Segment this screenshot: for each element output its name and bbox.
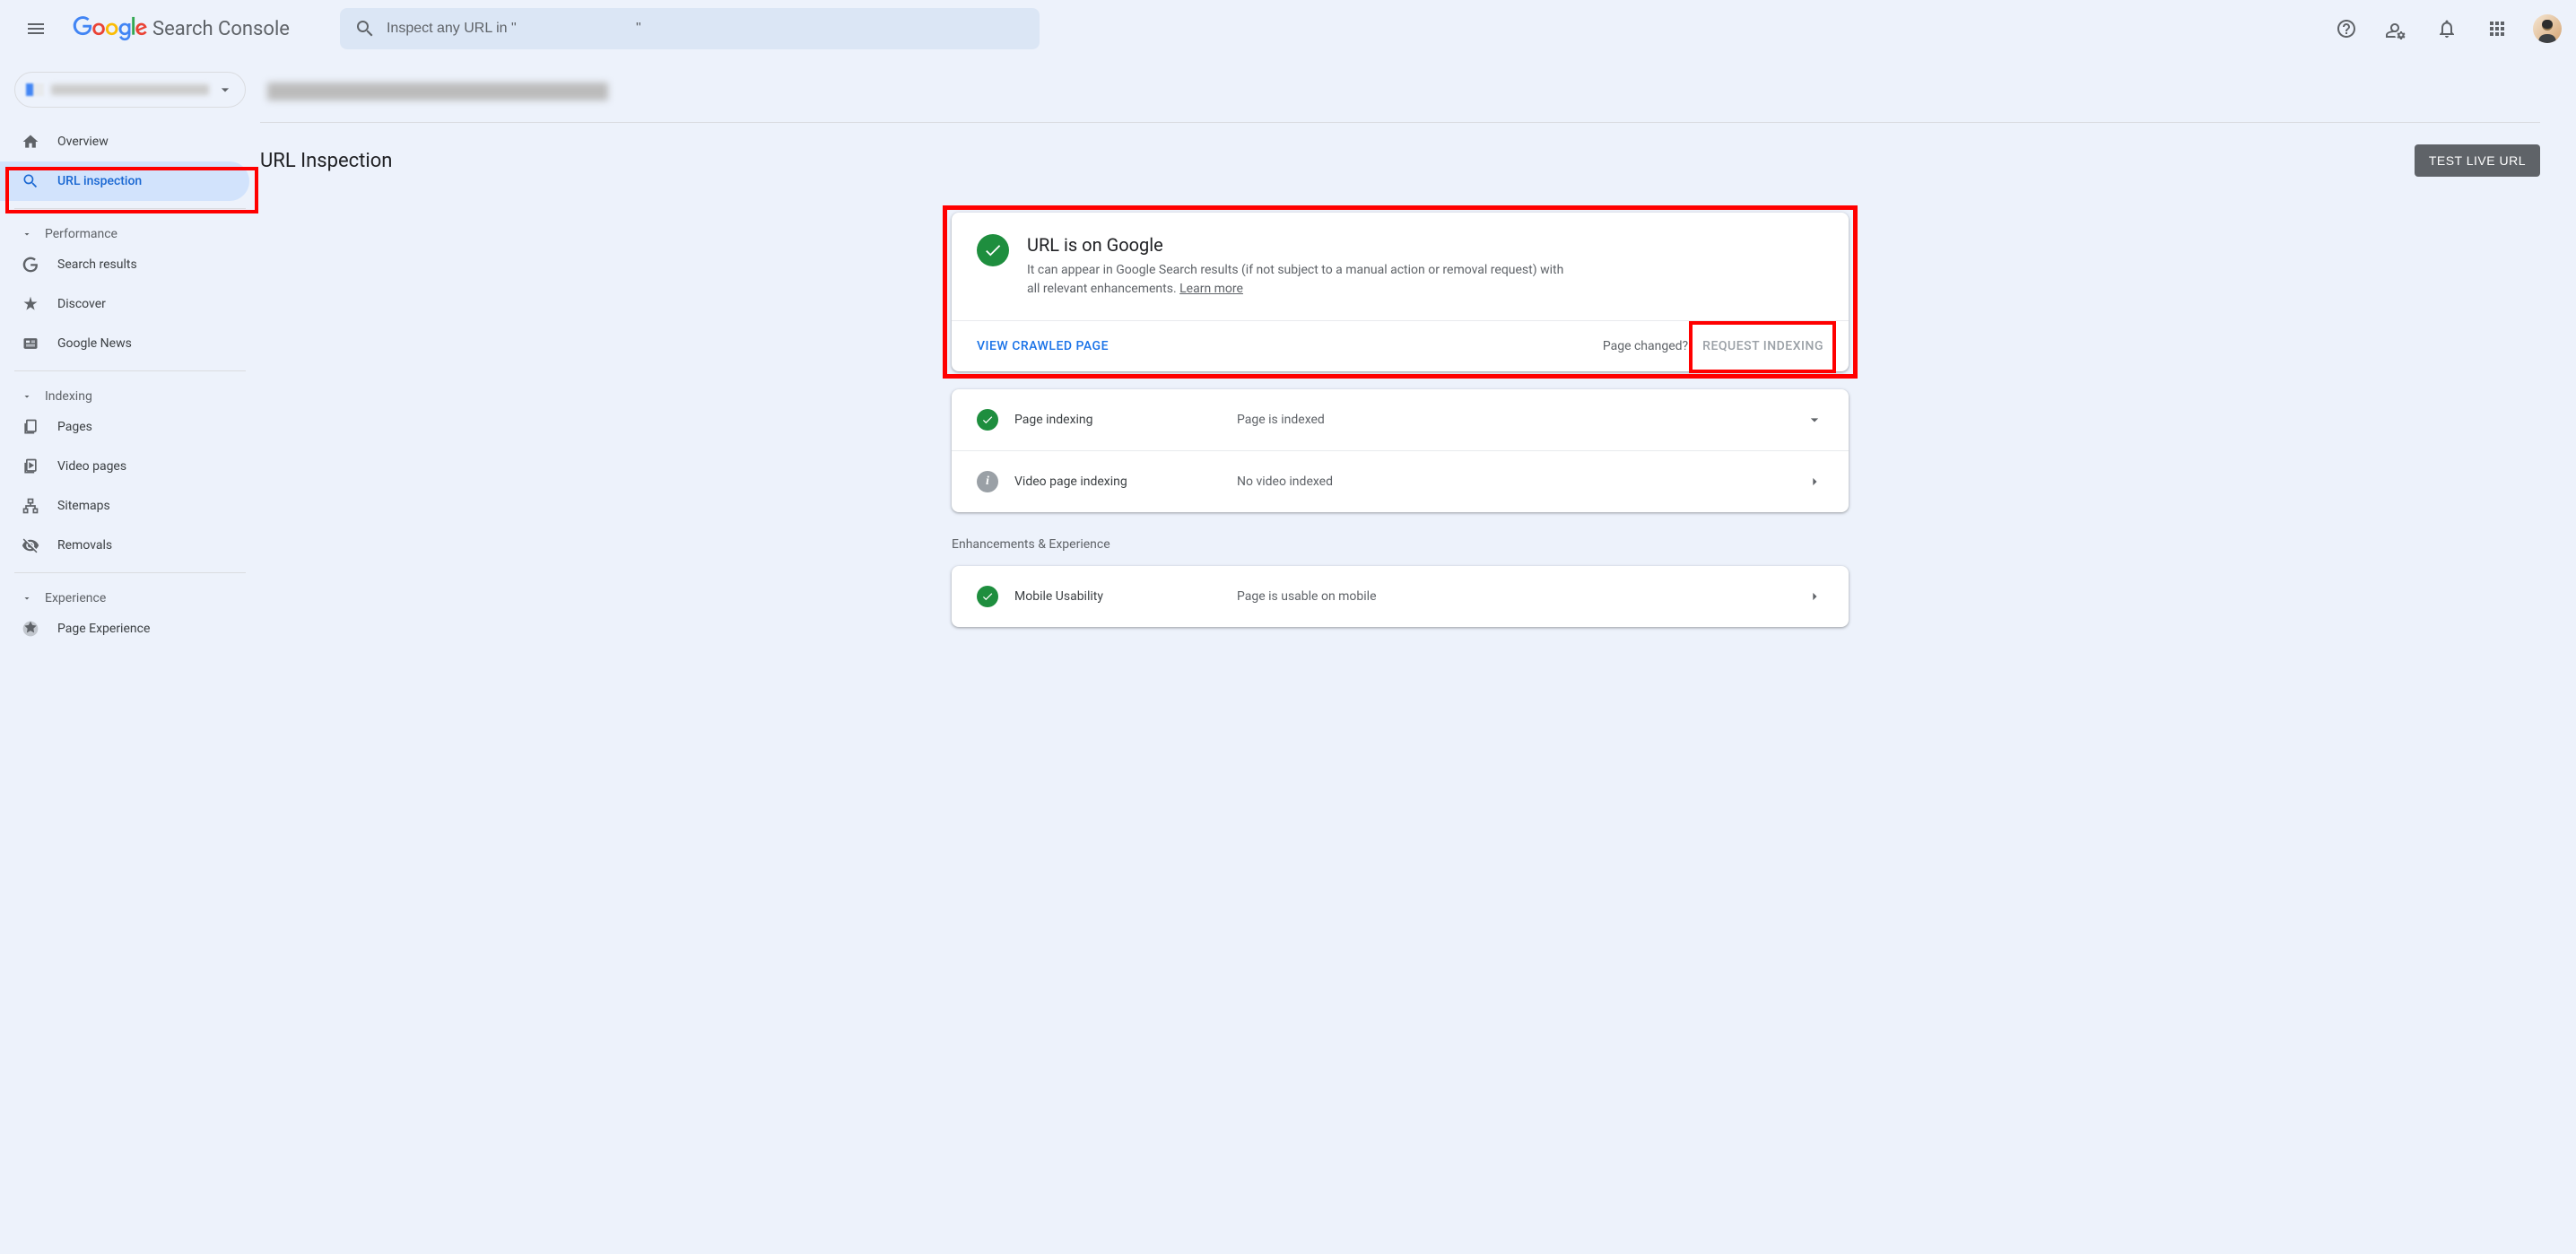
chevron-down-icon xyxy=(22,593,32,604)
video-indexing-label: Video page indexing xyxy=(1014,475,1127,489)
url-search-input[interactable] xyxy=(387,21,1025,37)
sidebar-item-discover[interactable]: Discover xyxy=(0,284,249,324)
chevron-down-icon xyxy=(22,229,32,239)
experience-section-label: Experience xyxy=(45,591,106,605)
sidebar-item-removals[interactable]: Removals xyxy=(0,526,249,565)
apps-button[interactable] xyxy=(2476,7,2519,50)
pages-label: Pages xyxy=(57,420,92,434)
chevron-right-icon xyxy=(1806,588,1823,605)
removals-label: Removals xyxy=(57,538,112,553)
google-g-icon xyxy=(22,256,39,274)
dropdown-icon xyxy=(216,81,234,99)
menu-button[interactable] xyxy=(14,7,57,50)
property-name-blurred xyxy=(51,84,209,95)
search-icon xyxy=(22,172,39,190)
page-experience-icon xyxy=(22,620,39,638)
page-indexing-value: Page is indexed xyxy=(1237,413,1806,427)
url-inspection-label: URL inspection xyxy=(57,174,142,188)
sidebar-item-search-results[interactable]: Search results xyxy=(0,245,249,284)
sidebar: Overview URL inspection Performance Sear… xyxy=(0,57,260,1254)
sidebar-item-sitemaps[interactable]: Sitemaps xyxy=(0,486,249,526)
success-check-icon xyxy=(977,409,998,431)
removals-icon xyxy=(22,536,39,554)
video-pages-icon xyxy=(22,457,39,475)
help-button[interactable] xyxy=(2325,7,2368,50)
logo[interactable]: Search Console xyxy=(72,16,290,41)
user-avatar[interactable] xyxy=(2533,14,2562,43)
page-title: URL Inspection xyxy=(260,150,392,172)
status-card: URL is on Google It can appear in Google… xyxy=(952,213,1849,371)
video-indexing-value: No video indexed xyxy=(1237,475,1806,489)
page-experience-label: Page Experience xyxy=(57,622,150,636)
mobile-usability-value: Page is usable on mobile xyxy=(1237,589,1806,604)
search-results-label: Search results xyxy=(57,257,137,272)
success-check-icon xyxy=(977,234,1009,266)
sidebar-section-performance[interactable]: Performance xyxy=(0,216,260,245)
sidebar-item-google-news[interactable]: Google News xyxy=(0,324,249,363)
sidebar-item-video-pages[interactable]: Video pages xyxy=(0,447,249,486)
home-icon xyxy=(22,133,39,151)
app-header: Search Console xyxy=(0,0,2576,57)
enhancements-section-label: Enhancements & Experience xyxy=(952,537,1849,552)
google-logo-icon xyxy=(72,16,149,41)
status-description: It can appear in Google Search results (… xyxy=(1027,261,1565,299)
inspected-url xyxy=(260,57,2540,122)
chevron-down-icon xyxy=(22,391,32,402)
property-favicon xyxy=(26,83,44,96)
sidebar-item-url-inspection[interactable]: URL inspection xyxy=(0,161,249,201)
bell-icon xyxy=(2436,18,2458,39)
view-crawled-page-button[interactable]: VIEW CRAWLED PAGE xyxy=(977,339,1109,353)
sidebar-item-overview[interactable]: Overview xyxy=(0,122,249,161)
status-title: URL is on Google xyxy=(1027,234,1565,256)
sitemaps-icon xyxy=(22,497,39,515)
page-indexing-row[interactable]: Page indexing Page is indexed xyxy=(952,389,1849,450)
success-check-icon xyxy=(977,586,998,607)
info-icon: i xyxy=(977,471,998,492)
pages-icon xyxy=(22,418,39,436)
property-selector[interactable] xyxy=(14,72,246,108)
help-icon xyxy=(2336,18,2357,39)
sitemaps-label: Sitemaps xyxy=(57,499,110,513)
apps-grid-icon xyxy=(2486,18,2508,39)
video-page-indexing-row[interactable]: i Video page indexing No video indexed xyxy=(952,450,1849,512)
users-settings-button[interactable] xyxy=(2375,7,2418,50)
notifications-button[interactable] xyxy=(2425,7,2468,50)
google-news-label: Google News xyxy=(57,336,132,351)
discover-label: Discover xyxy=(57,297,106,311)
enhancements-card: Mobile Usability Page is usable on mobil… xyxy=(952,566,1849,627)
discover-icon xyxy=(22,295,39,313)
chevron-right-icon xyxy=(1806,473,1823,491)
mobile-usability-label: Mobile Usability xyxy=(1014,589,1103,604)
sidebar-item-page-experience[interactable]: Page Experience xyxy=(0,609,249,649)
learn-more-link[interactable]: Learn more xyxy=(1179,282,1243,296)
sidebar-section-experience[interactable]: Experience xyxy=(0,580,260,609)
main-content: URL Inspection TEST LIVE URL URL is on G… xyxy=(260,57,2576,1254)
performance-section-label: Performance xyxy=(45,227,117,241)
video-pages-label: Video pages xyxy=(57,459,126,474)
chevron-down-icon xyxy=(1806,411,1823,429)
page-indexing-label: Page indexing xyxy=(1014,413,1093,427)
sidebar-section-indexing[interactable]: Indexing xyxy=(0,379,260,407)
logo-text: Search Console xyxy=(152,18,290,40)
users-gear-icon xyxy=(2386,18,2407,39)
news-icon xyxy=(22,335,39,353)
overview-label: Overview xyxy=(57,135,109,149)
hamburger-icon xyxy=(25,18,47,39)
sidebar-item-pages[interactable]: Pages xyxy=(0,407,249,447)
request-indexing-button[interactable]: REQUEST INDEXING xyxy=(1702,339,1823,353)
page-changed-label: Page changed? xyxy=(1603,339,1688,353)
test-live-url-button[interactable]: TEST LIVE URL xyxy=(2415,144,2540,177)
mobile-usability-row[interactable]: Mobile Usability Page is usable on mobil… xyxy=(952,566,1849,627)
search-icon xyxy=(354,18,376,39)
details-card: Page indexing Page is indexed i Video pa… xyxy=(952,389,1849,512)
url-blurred xyxy=(267,83,608,100)
indexing-section-label: Indexing xyxy=(45,389,92,404)
url-search-bar[interactable] xyxy=(340,8,1040,49)
